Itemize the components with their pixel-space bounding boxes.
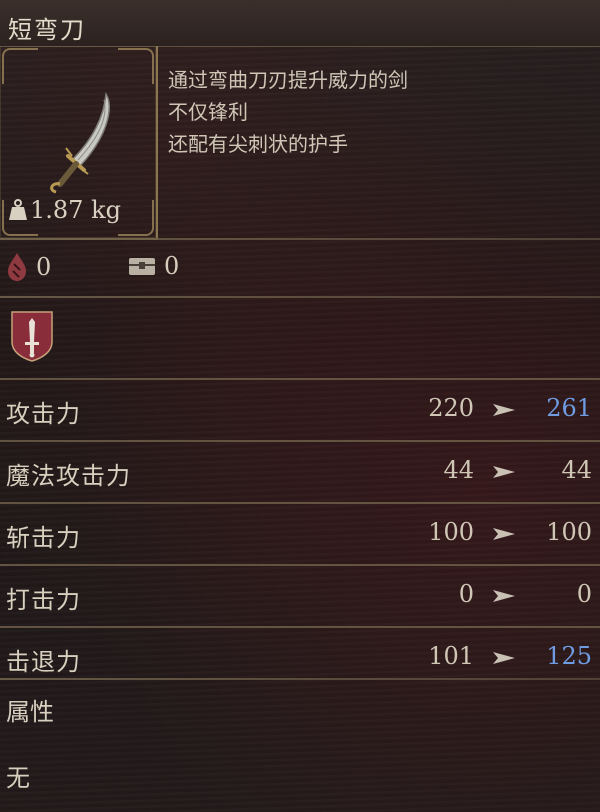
item-header: 短弯刀 <box>0 0 600 47</box>
stat-row-slash: 斩击力 100 100 <box>0 502 600 564</box>
arrow-right-icon <box>493 404 515 416</box>
chest-count: 0 <box>164 252 180 280</box>
stat-label: 攻击力 <box>6 400 81 428</box>
stat-label: 魔法攻击力 <box>6 462 131 490</box>
curved-sword-icon <box>50 91 110 194</box>
arrow-right-icon <box>493 466 515 478</box>
stat-base-value: 100 <box>428 518 474 546</box>
stat-base-value: 0 <box>458 580 474 608</box>
stat-row-attack: 攻击力 220 261 <box>0 378 600 440</box>
weight-value: 1.87 kg <box>30 196 121 224</box>
sword-shield-icon <box>11 311 53 362</box>
attribute-value: 无 <box>6 764 30 792</box>
description-line: 不仅锋利 <box>168 100 248 124</box>
stat-row-magic-attack: 魔法攻击力 44 44 <box>0 440 600 502</box>
stat-upgraded-value: 100 <box>546 518 592 546</box>
description-line: 通过弯曲刀刃提升威力的剑 <box>168 68 408 92</box>
description-line: 还配有尖刺状的护手 <box>168 132 348 156</box>
stat-base-value: 44 <box>443 456 474 484</box>
stat-row-strike: 打击力 0 0 <box>0 564 600 626</box>
stat-upgraded-value: 44 <box>561 456 592 484</box>
stat-upgraded-value: 261 <box>546 394 592 422</box>
stat-upgraded-value: 125 <box>546 642 592 670</box>
chest-counter: 0 <box>128 252 179 280</box>
counters-row: 0 0 <box>0 242 600 296</box>
blood-drop-icon <box>8 253 26 281</box>
stat-base-value: 220 <box>428 394 474 422</box>
stat-label: 斩击力 <box>6 524 81 552</box>
divider <box>0 238 600 240</box>
arrow-right-icon <box>493 652 515 664</box>
stat-base-value: 101 <box>428 642 474 670</box>
blood-count: 0 <box>36 253 52 281</box>
chest-icon <box>129 258 155 275</box>
weight-icon <box>9 199 27 220</box>
stats-table: 攻击力 220 261 魔法攻击力 44 44 斩击力 100 100 打击力 … <box>0 378 600 688</box>
blood-counter: 0 <box>6 252 51 282</box>
item-weight: 1.87 kg <box>8 196 121 224</box>
item-description: 通过弯曲刀刃提升威力的剑 不仅锋利 还配有尖刺状的护手 <box>168 64 588 160</box>
divider <box>0 296 600 298</box>
stat-label: 击退力 <box>6 648 81 676</box>
item-preview-frame: 1.87 kg <box>0 46 158 240</box>
arrow-right-icon <box>493 590 515 602</box>
attribute-label: 属性 <box>6 698 54 726</box>
stat-upgraded-value: 0 <box>576 580 592 608</box>
divider <box>0 678 600 680</box>
stat-label: 打击力 <box>6 586 81 614</box>
item-name: 短弯刀 <box>8 16 86 44</box>
arrow-right-icon <box>493 528 515 540</box>
